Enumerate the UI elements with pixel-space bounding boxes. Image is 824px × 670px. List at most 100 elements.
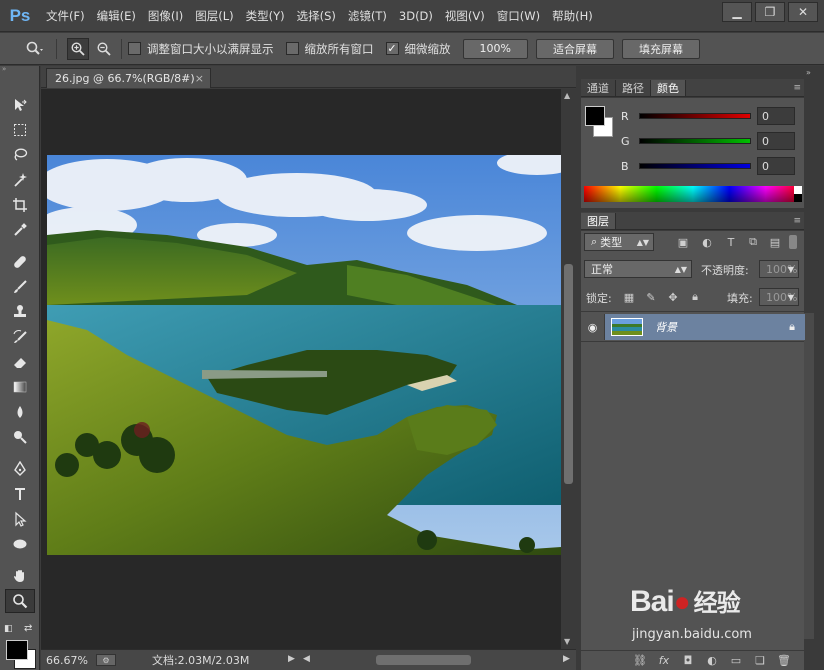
tab-color[interactable]: 颜色 [651, 80, 686, 96]
resize-windows-checkbox[interactable] [128, 42, 141, 55]
tab-paths[interactable]: 路径 [616, 80, 651, 96]
hand-tool-icon[interactable] [5, 564, 35, 588]
blue-value-input[interactable]: 0 [757, 157, 795, 175]
menu-layer[interactable]: 图层(L) [189, 0, 239, 32]
menu-type[interactable]: 类型(Y) [240, 0, 291, 32]
crop-tool-icon[interactable] [5, 193, 35, 217]
blur-tool-icon[interactable] [5, 400, 35, 424]
resize-windows-option[interactable]: 调整窗口大小以满屏显示 [128, 41, 274, 57]
zoom-all-checkbox[interactable] [285, 42, 299, 55]
scrubby-zoom-checkbox[interactable]: ✓ [385, 42, 399, 55]
menu-file[interactable]: 文件(F) [40, 0, 91, 32]
default-colors-icon[interactable]: ◧ [4, 624, 13, 634]
collapse-panels-icon[interactable]: » [806, 68, 811, 77]
gradient-tool-icon[interactable] [5, 375, 35, 399]
document-tab[interactable]: 26.jpg @ 66.7%(RGB/8#) × [46, 68, 211, 88]
status-menu-arrow-icon[interactable]: ▶ [288, 654, 295, 664]
color-spectrum-ramp[interactable] [584, 186, 802, 202]
close-tab-icon[interactable]: × [195, 72, 204, 85]
menu-help[interactable]: 帮助(H) [546, 0, 599, 32]
filter-type-icon[interactable]: T [723, 234, 739, 250]
move-tool-icon[interactable] [5, 93, 35, 117]
zoom-tool-icon[interactable] [5, 589, 35, 613]
zoom-in-icon[interactable] [67, 37, 89, 60]
layer-style-fx-icon[interactable]: fx [656, 653, 672, 669]
color-panel-fg-swatch[interactable] [585, 106, 605, 126]
healing-brush-tool-icon[interactable] [5, 250, 35, 274]
filter-shape-icon[interactable]: ⧉ [745, 234, 761, 250]
menu-image[interactable]: 图像(I) [142, 0, 189, 32]
marquee-tool-icon[interactable] [5, 118, 35, 142]
menu-select[interactable]: 选择(S) [291, 0, 342, 32]
new-layer-icon[interactable]: ❏ [752, 653, 768, 669]
zoom-all-option[interactable]: 缩放所有窗口 [285, 41, 374, 57]
blend-mode-select[interactable]: 正常 ▲▼ [584, 260, 692, 278]
vertical-scrollbar[interactable]: ▲ ▼ [561, 89, 576, 649]
menu-view[interactable]: 视图(V) [439, 0, 491, 32]
fill-screen-button[interactable]: 填充屏幕 [621, 38, 700, 59]
magic-wand-tool-icon[interactable] [5, 168, 35, 192]
filter-smart-object-icon[interactable]: ▤ [767, 234, 783, 250]
scroll-up-icon[interactable]: ▲ [564, 91, 570, 100]
fill-input[interactable]: 100% ▼ [759, 288, 799, 306]
tab-layers[interactable]: 图层 [581, 213, 616, 229]
lasso-tool-icon[interactable] [5, 143, 35, 167]
swap-colors-icon[interactable]: ⇄ [24, 623, 32, 634]
lock-all-icon[interactable]: 🔒︎ [687, 289, 703, 305]
fit-screen-button[interactable]: 适合屏幕 [535, 38, 614, 59]
lock-position-icon[interactable]: ✥ [665, 289, 681, 305]
zoom-out-icon[interactable] [93, 38, 115, 60]
minimize-button[interactable]: ▁ [722, 2, 752, 22]
green-value-input[interactable]: 0 [757, 132, 795, 150]
menu-filter[interactable]: 滤镜(T) [342, 0, 393, 32]
eraser-tool-icon[interactable] [5, 350, 35, 374]
filter-adjustment-icon[interactable]: ◐ [699, 234, 715, 250]
scroll-down-icon[interactable]: ▼ [564, 637, 570, 646]
tab-channels[interactable]: 通道 [581, 80, 616, 96]
add-mask-icon[interactable]: ◘ [680, 653, 696, 669]
new-group-icon[interactable]: ▭ [728, 653, 744, 669]
eyedropper-tool-icon[interactable] [5, 218, 35, 242]
opacity-input[interactable]: 100% ▼ [759, 260, 799, 278]
horizontal-scroll-thumb[interactable] [376, 655, 471, 665]
brush-tool-icon[interactable] [5, 275, 35, 299]
red-slider[interactable] [639, 113, 751, 119]
scroll-left-icon[interactable]: ◀ [303, 654, 310, 664]
history-brush-tool-icon[interactable] [5, 325, 35, 349]
filter-toggle[interactable] [789, 235, 797, 249]
pen-tool-icon[interactable] [5, 457, 35, 481]
lock-transparent-icon[interactable]: ▦ [621, 289, 637, 305]
close-button[interactable]: ✕ [788, 2, 818, 22]
restore-button[interactable]: ❐ [755, 2, 785, 22]
layer-visibility-eye-icon[interactable]: ◉ [581, 314, 605, 340]
scrubby-zoom-option[interactable]: ✓ 细微缩放 [385, 41, 451, 57]
share-icon[interactable]: ⚙ [95, 654, 116, 666]
delete-layer-icon[interactable]: 🗑︎ [776, 653, 792, 669]
red-value-input[interactable]: 0 [757, 107, 795, 125]
ellipse-tool-icon[interactable] [5, 532, 35, 556]
color-panel-menu-icon[interactable]: ≡ [793, 80, 801, 96]
foreground-color-swatch[interactable] [6, 640, 28, 660]
zoom-level[interactable]: 66.67% [46, 654, 88, 667]
path-selection-tool-icon[interactable] [5, 507, 35, 531]
menu-3d[interactable]: 3D(D) [393, 0, 439, 32]
canvas-area[interactable] [41, 89, 561, 649]
menu-edit[interactable]: 编辑(E) [91, 0, 142, 32]
actual-pixels-button[interactable]: 100% [462, 38, 528, 59]
filter-pixel-icon[interactable]: ▣ [675, 234, 691, 250]
type-tool-icon[interactable] [5, 482, 35, 506]
layer-row-background[interactable]: ◉ 背景 🔒︎ [581, 314, 805, 340]
new-adjustment-layer-icon[interactable]: ◐ [704, 653, 720, 669]
green-slider[interactable] [639, 138, 751, 144]
lock-image-icon[interactable]: ✎ [643, 289, 659, 305]
blue-slider[interactable] [639, 163, 751, 169]
scroll-right-icon[interactable]: ▶ [563, 654, 570, 664]
layers-panel-menu-icon[interactable]: ≡ [793, 213, 801, 229]
link-layers-icon[interactable]: ⛓︎ [632, 653, 648, 669]
clone-stamp-tool-icon[interactable] [5, 300, 35, 324]
menu-window[interactable]: 窗口(W) [491, 0, 546, 32]
dodge-tool-icon[interactable] [5, 425, 35, 449]
zoom-tool-preset-icon[interactable] [20, 38, 50, 60]
vertical-scroll-thumb[interactable] [564, 264, 573, 484]
layer-filter-select[interactable]: ⌕ 类型 ▲▼ [584, 233, 654, 251]
